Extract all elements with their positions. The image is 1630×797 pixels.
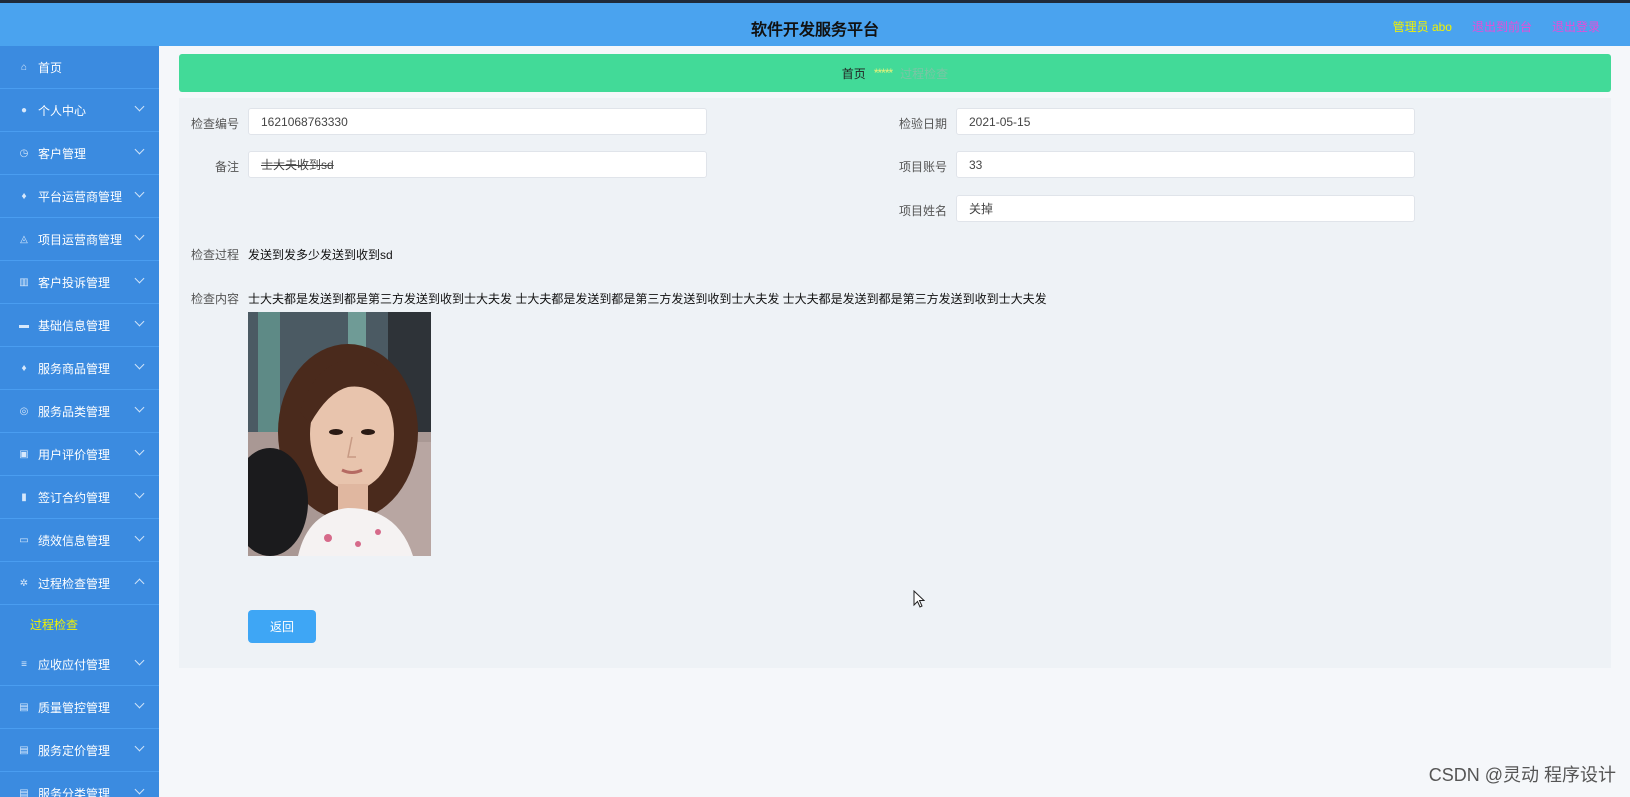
content-label: 检查内容 bbox=[190, 292, 239, 306]
check-no-field[interactable]: 1621068763330 bbox=[248, 108, 707, 135]
sidebar-item[interactable]: ✲ 过程检查管理 bbox=[0, 562, 159, 605]
chevron-down-icon bbox=[134, 359, 145, 370]
chevron-down-icon bbox=[134, 741, 145, 752]
mouse-cursor-icon bbox=[913, 590, 925, 608]
sidebar-item-label: 签订合约管理 bbox=[38, 490, 111, 505]
sidebar-item-label: 绩效信息管理 bbox=[38, 533, 111, 548]
top-header: 软件开发服务平台 管理员 abo 退出到前台 退出登录 bbox=[0, 0, 1630, 46]
sidebar-item[interactable]: ▥ 客户投诉管理 bbox=[0, 261, 159, 304]
briefcase-icon: ▤ bbox=[19, 787, 29, 797]
detail-panel: 检查编号 1621068763330 备注 士大夫收到sd 检验日期 2021-… bbox=[179, 98, 1611, 668]
sidebar-item-label: 客户管理 bbox=[38, 146, 87, 161]
sidebar: ⌂ 首页 ● 个人中心 ◷ 客户管理 ♦ 平台运营商管理 ◬ 项目运营商管理 ▥ 客户投诉管理 ▬ 基础信… bbox=[0, 46, 159, 797]
sidebar-item[interactable]: ⌂ 首页 bbox=[0, 46, 159, 89]
home-icon: ⌂ bbox=[20, 61, 28, 73]
sidebar-item[interactable]: ▬ 基础信息管理 bbox=[0, 304, 159, 347]
project-name-label: 项目姓名 bbox=[898, 204, 947, 218]
sidebar-item-label: 客户投诉管理 bbox=[38, 275, 111, 290]
sidebar-item-label: 服务定价管理 bbox=[38, 743, 111, 758]
remark-field[interactable]: 士大夫收到sd bbox=[248, 151, 707, 178]
aperture-icon: ✲ bbox=[19, 577, 29, 589]
watermark: CSDN @灵动 程序设计 bbox=[1428, 765, 1616, 785]
sidebar-item-label: 基础信息管理 bbox=[38, 318, 111, 333]
chevron-up-icon bbox=[134, 578, 145, 589]
remark-label: 备注 bbox=[214, 160, 239, 174]
sidebar-item[interactable]: ♦ 平台运营商管理 bbox=[0, 175, 159, 218]
sidebar-item-label: 服务分类管理 bbox=[38, 786, 111, 797]
sidebar-item-label: 质量管控管理 bbox=[38, 700, 111, 715]
sidebar-item[interactable]: ◷ 客户管理 bbox=[0, 132, 159, 175]
header-actions: 管理员 abo 退出到前台 退出登录 bbox=[1393, 18, 1600, 35]
sidebar-item[interactable]: ▤ 服务分类管理 bbox=[0, 772, 159, 797]
breadcrumb-current: 过程检查 bbox=[900, 66, 949, 81]
logout-link[interactable]: 退出登录 bbox=[1552, 18, 1600, 35]
sidebar-item-label: 用户评价管理 bbox=[38, 447, 111, 462]
breadcrumb: 首页 ***** 过程检查 bbox=[179, 54, 1611, 92]
compass-icon: ◎ bbox=[19, 405, 29, 417]
process-label: 检查过程 bbox=[190, 248, 239, 262]
sidebar-item[interactable]: ▤ 质量管控管理 bbox=[0, 686, 159, 729]
content-photo bbox=[248, 312, 431, 556]
sidebar-item-label: 过程检查管理 bbox=[38, 576, 111, 591]
current-user: 管理员 abo bbox=[1392, 20, 1452, 34]
chevron-down-icon bbox=[134, 531, 145, 542]
monitor-icon: ▬ bbox=[19, 319, 29, 331]
chevron-down-icon bbox=[134, 101, 145, 112]
project-account-label: 项目账号 bbox=[898, 160, 947, 174]
chevron-down-icon bbox=[134, 230, 145, 241]
chevron-down-icon bbox=[134, 316, 145, 327]
breadcrumb-separator: ***** bbox=[873, 66, 893, 80]
sidebar-item-label: 应收应付管理 bbox=[38, 657, 111, 672]
project-name-field[interactable]: 关掉 bbox=[956, 195, 1415, 222]
chevron-down-icon bbox=[134, 698, 145, 709]
sidebar-item-label: 首页 bbox=[38, 60, 63, 75]
sliders-icon: ≡ bbox=[21, 658, 27, 670]
sidebar-item[interactable]: ▮ 签订合约管理 bbox=[0, 476, 159, 519]
chevron-down-icon bbox=[134, 655, 145, 666]
briefcase-icon: ▤ bbox=[19, 744, 29, 756]
sidebar-item[interactable]: ▭ 绩效信息管理 bbox=[0, 519, 159, 562]
chevron-down-icon bbox=[134, 187, 145, 198]
sidebar-item-label: 项目运营商管理 bbox=[38, 232, 123, 247]
sidebar-item[interactable]: ♦ 服务商品管理 bbox=[0, 347, 159, 390]
check-square-icon: ▣ bbox=[19, 448, 29, 460]
sidebar-item[interactable]: ◬ 项目运营商管理 bbox=[0, 218, 159, 261]
sidebar-item[interactable]: ▣ 用户评价管理 bbox=[0, 433, 159, 476]
breadcrumb-home[interactable]: 首页 bbox=[842, 65, 866, 82]
briefcase-icon: ▤ bbox=[19, 701, 29, 713]
chevron-down-icon bbox=[134, 144, 145, 155]
columns-icon: ▥ bbox=[19, 276, 29, 288]
sidebar-subitem-process-check[interactable]: 过程检查 bbox=[0, 605, 159, 643]
project-account-field[interactable]: 33 bbox=[956, 151, 1415, 178]
sidebar-item-label: 服务商品管理 bbox=[38, 361, 111, 376]
pin-icon: ♦ bbox=[21, 190, 27, 202]
portrait-image bbox=[248, 312, 431, 556]
check-date-label: 检验日期 bbox=[898, 117, 947, 131]
sidebar-item-label: 平台运营商管理 bbox=[38, 189, 123, 204]
chevron-down-icon bbox=[134, 784, 145, 795]
bar-chart-icon: ▮ bbox=[21, 491, 27, 503]
sidebar-item[interactable]: ● 个人中心 bbox=[0, 89, 159, 132]
process-value: 发送到发多少发送到收到sd bbox=[248, 248, 393, 262]
comment-icon: ▭ bbox=[19, 534, 29, 546]
check-no-label: 检查编号 bbox=[190, 117, 239, 131]
check-date-field[interactable]: 2021-05-15 bbox=[956, 108, 1415, 135]
clock-icon: ◷ bbox=[19, 147, 29, 159]
user-icon: ● bbox=[20, 104, 28, 116]
chevron-down-icon bbox=[134, 402, 145, 413]
chevron-down-icon bbox=[134, 445, 145, 456]
sidebar-item[interactable]: ≡ 应收应付管理 bbox=[0, 643, 159, 686]
app-title: 软件开发服务平台 bbox=[750, 22, 879, 39]
sidebar-item-label: 服务品类管理 bbox=[38, 404, 111, 419]
bell-icon: ◬ bbox=[20, 233, 28, 245]
sidebar-item-label: 个人中心 bbox=[38, 103, 87, 118]
chevron-down-icon bbox=[134, 488, 145, 499]
pin-icon: ♦ bbox=[21, 362, 27, 374]
chevron-down-icon bbox=[134, 273, 145, 284]
content-value: 士大夫都是发送到都是第三方发送到收到士大夫发 士大夫都是发送到都是第三方发送到收… bbox=[248, 292, 1047, 306]
to-frontend-link[interactable]: 退出到前台 bbox=[1472, 18, 1532, 35]
back-button[interactable]: 返回 bbox=[248, 610, 316, 643]
sidebar-item[interactable]: ◎ 服务品类管理 bbox=[0, 390, 159, 433]
sidebar-item[interactable]: ▤ 服务定价管理 bbox=[0, 729, 159, 772]
